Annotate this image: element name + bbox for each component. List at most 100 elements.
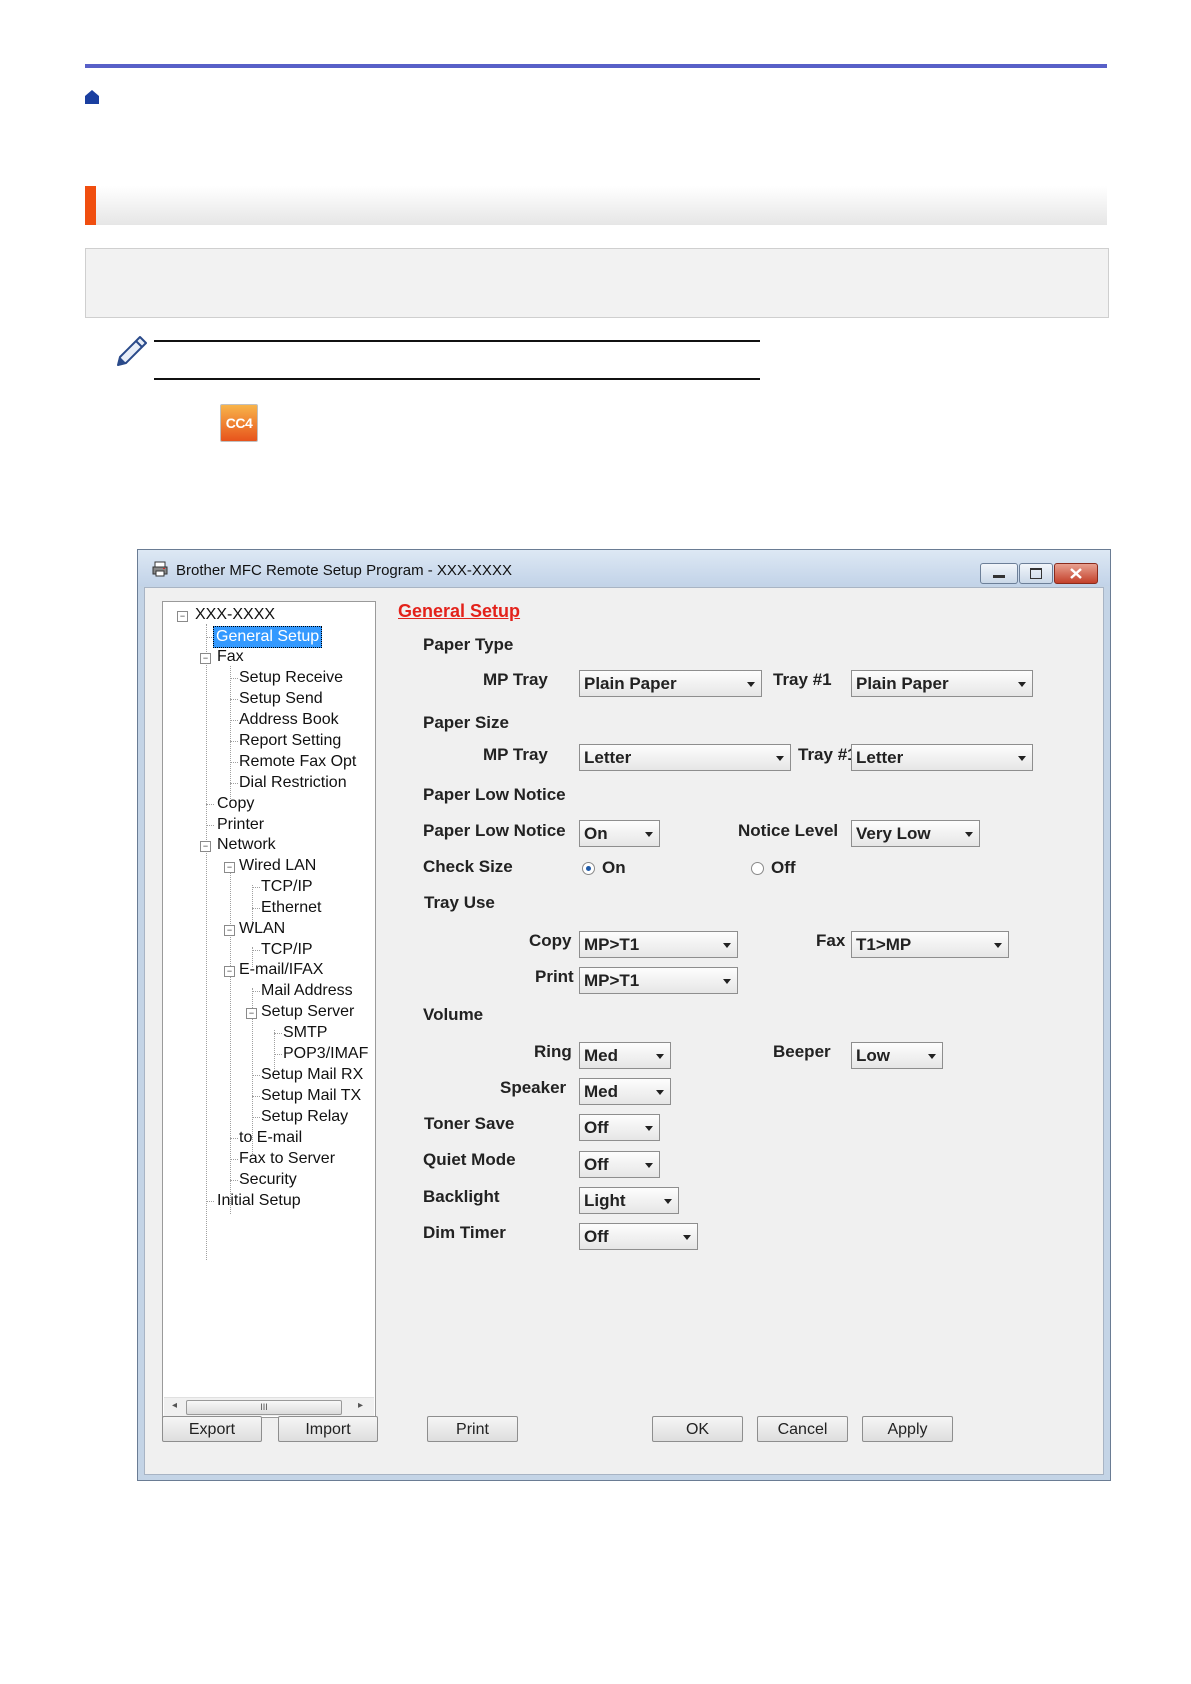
- backlight-select[interactable]: Light: [579, 1187, 679, 1214]
- intro-box: [85, 248, 1109, 318]
- tray-use-fax-label: Fax: [816, 931, 846, 950]
- tree-item-network[interactable]: Network: [217, 835, 276, 855]
- collapse-toggle-wired-lan[interactable]: −: [224, 862, 235, 873]
- tree-item-general-setup[interactable]: General Setup: [213, 626, 323, 648]
- toner-save-select[interactable]: Off: [579, 1114, 660, 1141]
- paper-size-mp-select[interactable]: Letter: [579, 744, 791, 771]
- notice-level-select[interactable]: Very Low: [851, 820, 980, 847]
- minimize-icon: [993, 575, 1005, 578]
- tree-item-setup-send[interactable]: Setup Send: [239, 689, 323, 709]
- paper-type-tray1-select[interactable]: Plain Paper: [851, 670, 1033, 697]
- tree-item-report-setting[interactable]: Report Setting: [239, 731, 341, 751]
- volume-ring-select[interactable]: Med: [579, 1042, 671, 1069]
- collapse-toggle-setup-server[interactable]: −: [246, 1008, 257, 1019]
- apply-button[interactable]: Apply: [862, 1416, 953, 1442]
- tree-item-remote-fax-opt[interactable]: Remote Fax Opt: [239, 752, 356, 772]
- tree-item-mail-address[interactable]: Mail Address: [261, 981, 353, 1001]
- paper-size-tray1-label: Tray #1: [798, 745, 857, 764]
- tree-item-address-book[interactable]: Address Book: [239, 710, 339, 730]
- volume-section: Volume: [423, 1005, 484, 1024]
- tray-use-copy-select[interactable]: MP>T1: [579, 931, 738, 958]
- scroll-left-icon[interactable]: ◂: [172, 1400, 177, 1411]
- paper-size-tray1-select[interactable]: Letter: [851, 744, 1033, 771]
- paper-size-section: Paper Size: [423, 713, 509, 732]
- chevron-down-icon: [747, 682, 755, 687]
- tree-item-wlan-tcpip[interactable]: TCP/IP: [261, 940, 313, 960]
- tree-item-printer[interactable]: Printer: [217, 815, 264, 835]
- tree-item-copy[interactable]: Copy: [217, 794, 254, 814]
- scroll-thumb[interactable]: III: [186, 1400, 342, 1415]
- tray-use-fax-select[interactable]: T1>MP: [851, 931, 1009, 958]
- collapse-toggle-fax[interactable]: −: [200, 653, 211, 664]
- cancel-button[interactable]: Cancel: [757, 1416, 848, 1442]
- volume-beeper-select[interactable]: Low: [851, 1042, 943, 1069]
- close-button[interactable]: [1054, 563, 1098, 584]
- tree-item-setup-mail-rx[interactable]: Setup Mail RX: [261, 1065, 363, 1085]
- check-size-on-radio[interactable]: [582, 862, 595, 875]
- section-accent: [85, 186, 96, 225]
- collapse-toggle-network[interactable]: −: [200, 841, 211, 852]
- paper-type-mp-tray-label: MP Tray: [483, 670, 548, 689]
- maximize-icon: [1030, 568, 1042, 579]
- note-bottom-rule: [154, 378, 760, 380]
- paper-low-notice-section: Paper Low Notice: [423, 785, 566, 804]
- paper-type-section: Paper Type: [423, 635, 514, 654]
- maximize-button[interactable]: [1019, 563, 1053, 584]
- check-size-on-label[interactable]: On: [602, 858, 626, 878]
- chevron-down-icon: [645, 1163, 653, 1168]
- chevron-down-icon: [656, 1054, 664, 1059]
- paper-low-notice-select[interactable]: On: [579, 820, 660, 847]
- tree-item-root[interactable]: XXX-XXXX: [195, 605, 275, 625]
- volume-speaker-select[interactable]: Med: [579, 1078, 671, 1105]
- quiet-mode-label: Quiet Mode: [423, 1150, 516, 1169]
- scroll-right-icon[interactable]: ▸: [358, 1400, 363, 1411]
- tray-use-print-select[interactable]: MP>T1: [579, 967, 738, 994]
- chevron-down-icon: [928, 1054, 936, 1059]
- check-size-off-label[interactable]: Off: [771, 858, 796, 878]
- tree-item-setup-relay[interactable]: Setup Relay: [261, 1107, 348, 1127]
- import-button[interactable]: Import: [278, 1416, 378, 1442]
- tree-item-fax-to-server[interactable]: Fax to Server: [239, 1149, 335, 1169]
- volume-speaker-label: Speaker: [500, 1078, 567, 1097]
- collapse-toggle-wlan[interactable]: −: [224, 925, 235, 936]
- tree-item-wired-lan[interactable]: Wired LAN: [239, 856, 316, 876]
- tree-horizontal-scrollbar[interactable]: ◂ III ▸: [164, 1397, 374, 1416]
- chevron-down-icon: [723, 943, 731, 948]
- tree-item-security[interactable]: Security: [239, 1170, 297, 1190]
- chevron-down-icon: [656, 1090, 664, 1095]
- tree-item-wlan[interactable]: WLAN: [239, 919, 285, 939]
- tree-item-setup-receive[interactable]: Setup Receive: [239, 668, 343, 688]
- tree-item-smtp[interactable]: SMTP: [283, 1023, 327, 1043]
- ok-button[interactable]: OK: [652, 1416, 743, 1442]
- tree-item-to-email[interactable]: to E-mail: [239, 1128, 302, 1148]
- check-size-off-radio[interactable]: [751, 862, 764, 875]
- collapse-toggle-root[interactable]: −: [177, 611, 188, 622]
- tree-item-ethernet[interactable]: Ethernet: [261, 898, 321, 918]
- collapse-toggle-email-ifax[interactable]: −: [224, 966, 235, 977]
- print-button[interactable]: Print: [427, 1416, 518, 1442]
- chevron-down-icon: [723, 979, 731, 984]
- tree-item-fax[interactable]: Fax: [217, 647, 244, 667]
- tree-item-email-ifax[interactable]: E-mail/IFAX: [239, 960, 323, 980]
- chevron-down-icon: [645, 832, 653, 837]
- quiet-mode-select[interactable]: Off: [579, 1151, 660, 1178]
- export-button[interactable]: Export: [162, 1416, 262, 1442]
- backlight-label: Backlight: [423, 1187, 500, 1206]
- tree-item-setup-server[interactable]: Setup Server: [261, 1002, 354, 1022]
- tree-item-dial-restriction[interactable]: Dial Restriction: [239, 773, 347, 793]
- tree-item-setup-mail-tx[interactable]: Setup Mail TX: [261, 1086, 361, 1106]
- minimize-button[interactable]: [980, 563, 1018, 584]
- tree-item-initial-setup[interactable]: Initial Setup: [217, 1191, 301, 1211]
- dialog-titlebar: Brother MFC Remote Setup Program - XXX-X…: [138, 550, 1110, 586]
- settings-tree[interactable]: − XXX-XXXX General Setup − Fax Setup Rec…: [162, 601, 376, 1418]
- dialog-title: Brother MFC Remote Setup Program - XXX-X…: [176, 562, 512, 579]
- dim-timer-select[interactable]: Off: [579, 1223, 698, 1250]
- section-title-bar: [85, 186, 1107, 225]
- home-icon[interactable]: [84, 89, 100, 105]
- paper-type-mp-select[interactable]: Plain Paper: [579, 670, 762, 697]
- tree-item-wired-tcpip[interactable]: TCP/IP: [261, 877, 313, 897]
- paper-size-mp-tray-label: MP Tray: [483, 745, 548, 764]
- paper-low-notice-label: Paper Low Notice: [423, 821, 566, 840]
- tree-item-pop3-imap[interactable]: POP3/IMAF: [283, 1044, 368, 1064]
- volume-ring-label: Ring: [534, 1042, 572, 1061]
